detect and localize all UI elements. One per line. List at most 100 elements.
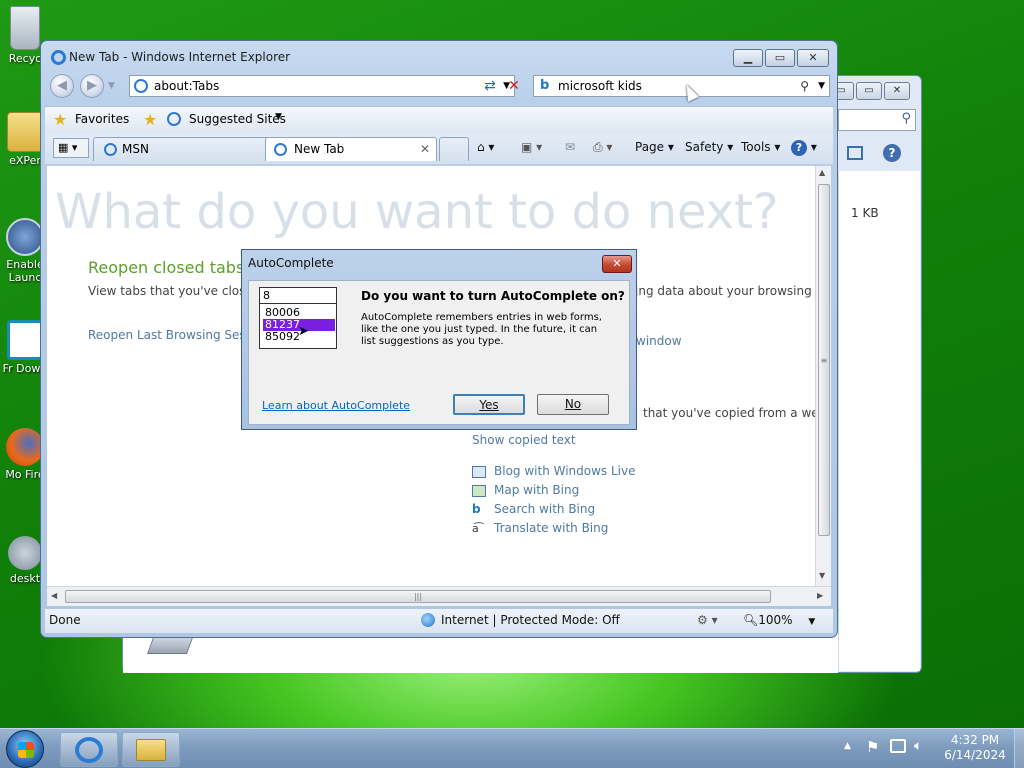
action-center-flag-icon[interactable]: ⚑ (866, 738, 879, 756)
ie-logo-icon (51, 50, 66, 65)
tab-label: MSN (122, 142, 149, 156)
autocomplete-dialog[interactable]: AutoComplete ✕ 8 80006 81237 85092 ➤ Do … (241, 249, 637, 430)
taskbar-ie-button[interactable] (60, 732, 118, 767)
home-icon[interactable]: ⌂ ▾ (477, 138, 494, 156)
inprivate-link[interactable]: window (636, 333, 682, 349)
zoom-control[interactable]: 🔍︎100% ▼ (743, 609, 815, 633)
search-options-dropdown-icon[interactable]: ▼ (818, 76, 825, 96)
preview-pane-icon[interactable] (847, 146, 863, 160)
forward-button[interactable]: ▶ (80, 74, 104, 98)
window-title: New Tab - Windows Internet Explorer (69, 50, 291, 64)
learn-about-autocomplete-link[interactable]: Learn about AutoComplete (262, 399, 410, 412)
start-button[interactable] (6, 730, 44, 768)
accelerator-blog[interactable]: Blog with Windows Live (472, 463, 636, 479)
new-tab-button[interactable] (439, 137, 469, 161)
accelerator-translate[interactable]: a͡ Translate with Bing (472, 520, 608, 537)
favorites-button[interactable]: Favorites (75, 112, 129, 126)
dialog-body: 8 80006 81237 85092 ➤ Do you want to tur… (248, 280, 630, 425)
no-button[interactable]: No (537, 394, 609, 415)
horizontal-scrollbar[interactable]: ◀ ||| ▶ (47, 586, 831, 606)
page-heading: What do you want to do next? (55, 184, 779, 240)
safety-menu[interactable]: Safety ▾ (685, 138, 733, 156)
show-hidden-icons-button[interactable]: ▲ (844, 741, 851, 751)
favorites-bar: ★ Favorites ★ Suggested Sites ▼ (45, 106, 833, 134)
gear-icon (8, 536, 42, 570)
search-icon[interactable]: ⚲ (800, 76, 809, 96)
maximize-button[interactable]: ▭ (765, 49, 795, 67)
favorites-star-icon: ★ (53, 110, 68, 129)
vertical-scrollbar[interactable]: ▲ ≡ ▼ (815, 166, 831, 586)
scroll-right-arrow[interactable]: ▶ (817, 591, 823, 600)
safety-menu-label: Safety (685, 140, 724, 154)
address-text: about:Tabs (154, 79, 220, 93)
page-menu[interactable]: Page ▾ (635, 138, 674, 156)
recent-pages-dropdown[interactable]: ▼ (108, 81, 115, 91)
mail-icon[interactable]: ✉ (565, 138, 575, 156)
popup-blocker-icon[interactable]: ⚙ ▾ (697, 609, 718, 631)
explorer-maximize-button[interactable]: ▭ (856, 82, 882, 100)
tab-new-tab[interactable]: New Tab ✕ (265, 137, 437, 161)
vertical-scroll-thumb[interactable]: ≡ (818, 184, 830, 536)
explorer-close-button[interactable]: ✕ (884, 82, 910, 100)
quick-tabs-button[interactable]: ▦ ▾ (53, 138, 89, 158)
folder-icon (136, 739, 166, 761)
dialog-close-button[interactable]: ✕ (602, 255, 632, 273)
download-app-icon (7, 320, 43, 360)
stop-button[interactable]: ✕ (505, 77, 523, 95)
zoom-level: 100% (758, 613, 793, 627)
scroll-up-arrow[interactable]: ▲ (819, 168, 825, 177)
zoom-icon: 🔍︎ (743, 613, 759, 627)
folder-icon (7, 112, 43, 152)
launcher-icon (6, 218, 44, 256)
add-to-favorites-icon[interactable]: ★ (143, 110, 157, 129)
taskbar-explorer-button[interactable] (122, 732, 180, 767)
accelerator-label: Map with Bing (494, 483, 580, 497)
volume-muted-icon[interactable]: 🔈︎ (914, 738, 922, 754)
clock[interactable]: 4:32 PM 6/14/2024 (940, 733, 1010, 763)
tools-menu-label: Tools (741, 140, 771, 154)
map-icon (472, 484, 486, 497)
close-button[interactable]: ✕ (797, 49, 829, 67)
show-copied-text-link[interactable]: Show copied text (472, 432, 576, 448)
accelerator-search[interactable]: b Search with Bing (472, 501, 595, 517)
scroll-down-arrow[interactable]: ▼ (819, 571, 825, 580)
globe-icon (421, 613, 435, 627)
suggested-sites-button[interactable]: Suggested Sites (189, 112, 286, 126)
close-tab-icon[interactable]: ✕ (420, 138, 430, 160)
accelerator-label: Translate with Bing (494, 521, 609, 535)
show-desktop-button[interactable] (1014, 729, 1024, 768)
explorer-search-input[interactable]: ⚲ (838, 109, 916, 131)
minimize-button[interactable]: ▁ (733, 49, 763, 67)
tools-menu[interactable]: Tools ▾ (741, 138, 780, 156)
accelerator-map[interactable]: Map with Bing (472, 482, 579, 498)
help-icon[interactable]: ? (883, 144, 901, 162)
network-icon[interactable] (890, 739, 906, 753)
reopen-description: View tabs that you've close (88, 284, 253, 298)
mouse-pointer-icon: ➤ (298, 324, 309, 339)
search-icon: ⚲ (901, 111, 911, 126)
feeds-icon[interactable]: ▣ ▾ (521, 138, 542, 156)
copied-text-description: that you've copied from a we (643, 406, 815, 420)
yes-button[interactable]: Yes (453, 394, 525, 415)
dialog-question: Do you want to turn AutoComplete on? (361, 289, 625, 303)
reopen-last-session-link[interactable]: Reopen Last Browsing Ses (88, 327, 246, 343)
print-icon[interactable]: ⎙ ▾ (593, 138, 612, 156)
reopen-title: Reopen closed tabs (88, 258, 245, 277)
search-text: microsoft kids (558, 79, 642, 93)
bing-icon: b (472, 502, 481, 516)
scroll-left-arrow[interactable]: ◀ (51, 591, 57, 600)
firefox-icon (6, 428, 44, 466)
bing-icon: b (540, 78, 550, 93)
file-size: 1 KB (851, 206, 879, 220)
help-icon[interactable]: ? ▾ (791, 138, 817, 156)
back-button[interactable]: ◀ (50, 74, 74, 98)
horizontal-scroll-thumb[interactable]: ||| (65, 590, 771, 603)
accelerator-label: Search with Bing (494, 502, 596, 516)
dialog-title: AutoComplete (248, 256, 334, 270)
newtab-favicon (274, 143, 287, 156)
translate-icon: a͡ (472, 522, 479, 535)
refresh-button[interactable]: ⇄ (481, 77, 499, 95)
address-bar[interactable]: about:Tabs ▼ (129, 75, 515, 97)
security-zone-text[interactable]: Internet | Protected Mode: Off (441, 609, 620, 631)
suggested-sites-dropdown-icon[interactable]: ▼ (275, 112, 282, 122)
